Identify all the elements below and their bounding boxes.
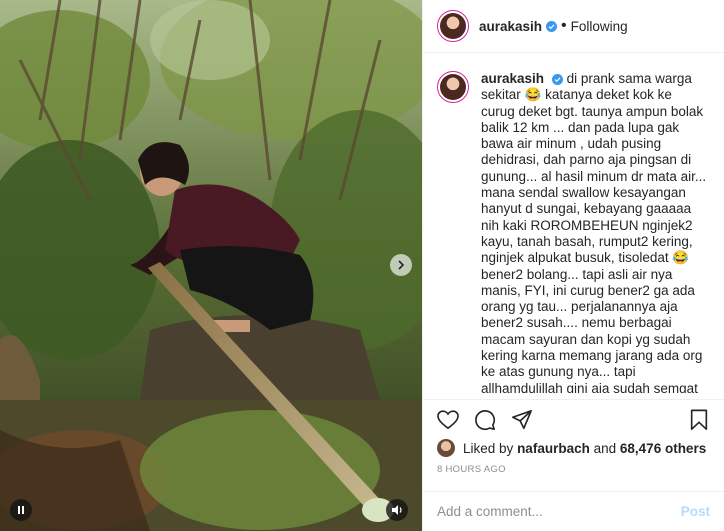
share-button[interactable] <box>509 407 535 433</box>
post-timestamp[interactable]: 8 HOURS AGO <box>437 464 506 475</box>
next-media-button[interactable] <box>390 254 412 276</box>
sound-toggle-button[interactable] <box>386 499 408 521</box>
chevron-right-icon <box>398 260 405 270</box>
video-frame <box>0 0 422 531</box>
pause-button[interactable] <box>10 499 32 521</box>
author-avatar[interactable] <box>437 10 469 42</box>
comment-bar: Post <box>423 491 724 531</box>
like-button[interactable] <box>435 407 461 433</box>
liker-avatar[interactable] <box>437 439 455 457</box>
comment-input[interactable] <box>437 504 681 519</box>
post-comment-button[interactable]: Post <box>681 504 710 519</box>
save-button[interactable] <box>686 407 712 433</box>
pause-icon <box>18 506 24 514</box>
likes-summary: Liked by nafaurbach and 68,476 others <box>437 437 712 459</box>
heart-icon <box>437 409 459 429</box>
separator-dot: • <box>561 17 567 34</box>
liker-username[interactable]: nafaurbach <box>517 441 590 456</box>
caption-username[interactable]: aurakasih <box>481 71 544 86</box>
author-username[interactable]: aurakasih <box>479 19 542 34</box>
following-button[interactable]: Following <box>571 19 628 34</box>
likes-prefix: Liked by <box>463 440 514 456</box>
verified-badge-icon <box>551 74 563 85</box>
comment-bubble-icon <box>475 409 496 430</box>
post-header: aurakasih • Following <box>423 0 724 53</box>
paper-plane-icon <box>512 409 532 429</box>
verified-badge-icon <box>546 20 558 32</box>
likes-connector: and <box>593 440 617 456</box>
caption-author-avatar[interactable] <box>437 71 469 103</box>
speaker-icon <box>392 505 402 515</box>
likes-count[interactable]: 68,476 others <box>620 441 706 456</box>
post-video[interactable] <box>0 0 422 531</box>
caption-text: aurakasih di prank sama warga sekitar 😂 … <box>481 71 708 393</box>
caption-body: di prank sama warga sekitar 😂 katanya de… <box>481 71 707 393</box>
caption-section: aurakasih di prank sama warga sekitar 😂 … <box>423 53 724 393</box>
action-bar <box>423 399 724 439</box>
bookmark-icon <box>690 409 708 430</box>
post-detail-panel: aurakasih • Following aurakasih di prank… <box>422 0 724 531</box>
comment-button[interactable] <box>472 407 498 433</box>
